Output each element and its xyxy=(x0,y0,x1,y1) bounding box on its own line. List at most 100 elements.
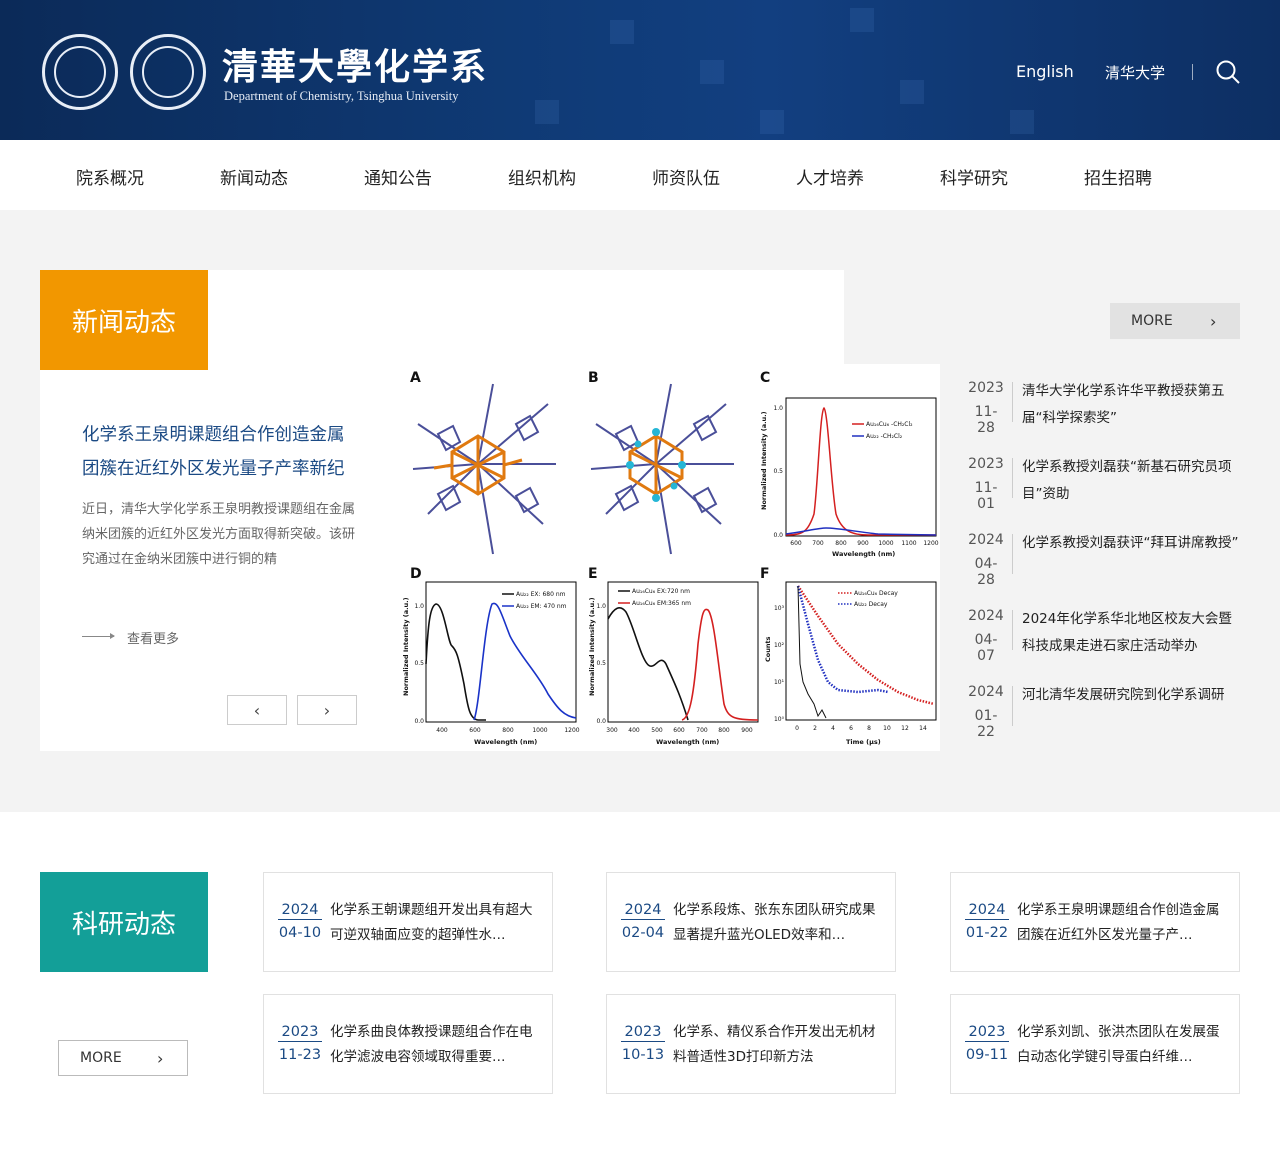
slide-next-button[interactable]: › xyxy=(297,695,357,725)
news-more-button[interactable]: MORE › xyxy=(1110,303,1240,339)
ytick-c: 0.5 xyxy=(773,468,783,475)
research-title[interactable]: 化学系王泉明课题组合作创造金属团簇在近红外区发光量子产… xyxy=(1017,898,1227,950)
research-date: 10-13 xyxy=(621,1047,665,1063)
research-title[interactable]: 化学系段炼、张东东团队研究成果显著提升蓝光OLED效率和… xyxy=(673,898,883,950)
news-list-item[interactable]: 2024 01-22 河北清华发展研究院到化学系调研 xyxy=(966,682,1240,740)
chevron-right-icon: › xyxy=(157,1049,164,1068)
xtick-e: 500 xyxy=(651,727,663,734)
nav-item-recruitment[interactable]: 招生招聘 xyxy=(1084,164,1152,189)
decor-tile xyxy=(535,100,559,124)
xtick-e: 600 xyxy=(673,727,685,734)
news-year: 2024 xyxy=(968,608,1004,624)
series-au22-em xyxy=(473,602,577,721)
tsinghua-link[interactable]: 清华大学 xyxy=(1105,62,1165,83)
panel-label-f: F xyxy=(760,566,770,582)
research-section-title: 科研动态 xyxy=(40,872,208,972)
chevron-left-icon: ‹ xyxy=(253,700,261,720)
site-title[interactable]: 清華大學化学系 xyxy=(222,38,488,90)
research-card[interactable]: 2023 11-23 化学系曲良体教授课题组合作在电化学滤波电容领域取得重要… xyxy=(263,994,553,1094)
news-title[interactable]: 2024年化学系华北地区校友大会暨科技成果走进石家庄活动举办 xyxy=(1022,606,1240,658)
news-year: 2023 xyxy=(968,380,1004,396)
ytick-e: 1.0 xyxy=(596,603,606,610)
ytick-e: 0.5 xyxy=(596,660,606,667)
ytick-c: 1.0 xyxy=(773,405,783,412)
legend-c-0: Au₁₆Cu₆ -CH₂Cl₂ xyxy=(866,421,913,428)
research-date: 02-04 xyxy=(621,925,665,941)
ytick-f: 10¹ xyxy=(774,679,785,686)
series-au16cu6-ex xyxy=(607,607,689,721)
news-year: 2024 xyxy=(968,684,1004,700)
featured-news-image[interactable]: A B C D E F Au₁₆Cu₆ -CH₂Cl₂ Au₂₂ -CH₂Cl₂… xyxy=(398,364,940,751)
ytick-f: 10⁰ xyxy=(774,716,785,723)
xtick-f: 4 xyxy=(831,725,835,732)
research-more-button[interactable]: MORE › xyxy=(58,1040,188,1076)
news-section-title: 新闻动态 xyxy=(40,270,208,370)
research-title[interactable]: 化学系、精仪系合作开发出无机材料普适性3D打印新方法 xyxy=(673,1020,883,1072)
english-link[interactable]: English xyxy=(1016,62,1074,81)
xlabel-c: Wavelength (nm) xyxy=(832,550,895,558)
ylabel-c: Normalized Intensity (a.u.) xyxy=(760,411,768,510)
news-title[interactable]: 河北清华发展研究院到化学系调研 xyxy=(1022,682,1240,734)
ylabel-e: Normalized Intensity (a.u.) xyxy=(588,597,596,696)
ylabel-f: Counts xyxy=(764,636,772,662)
research-card[interactable]: 2024 02-04 化学系段炼、张东东团队研究成果显著提升蓝光OLED效率和… xyxy=(606,872,896,972)
news-list-item[interactable]: 2023 11-28 清华大学化学系许华平教授获第五届“科学探索奖” xyxy=(966,378,1240,436)
news-date: 04-07 xyxy=(974,632,998,664)
nav-item-overview[interactable]: 院系概况 xyxy=(76,164,144,189)
divider xyxy=(1012,534,1013,574)
xtick-f: 12 xyxy=(901,725,909,732)
research-title[interactable]: 化学系刘凯、张洪杰团队在发展蛋白动态化学键引导蛋白纤维… xyxy=(1017,1020,1227,1072)
xtick-f: 14 xyxy=(919,725,927,732)
nav-item-research[interactable]: 科学研究 xyxy=(940,164,1008,189)
ylabel-d: Normalized Intensity (a.u.) xyxy=(402,597,410,696)
legend-f-0: Au₁₆Cu₆ Decay xyxy=(854,590,898,597)
legend-f-1: Au₂₂ Decay xyxy=(854,601,888,608)
research-year: 2024 xyxy=(621,902,665,920)
research-date: 11-23 xyxy=(278,1047,322,1063)
news-year: 2023 xyxy=(968,456,1004,472)
news-year: 2024 xyxy=(968,532,1004,548)
chemistry-seal-logo[interactable] xyxy=(130,34,206,110)
read-more-link[interactable]: 查看更多 xyxy=(127,628,179,647)
research-card[interactable]: 2024 04-10 化学系王朝课题组开发出具有超大可逆双轴面应变的超弹性水… xyxy=(263,872,553,972)
featured-news-title[interactable]: 化学系王泉明课题组合作创造金属团簇在近红外区发光量子产率新纪 xyxy=(82,418,358,490)
decor-tile xyxy=(1010,110,1034,134)
nav-item-organization[interactable]: 组织机构 xyxy=(508,164,576,189)
news-date: 01-22 xyxy=(974,708,998,740)
divider xyxy=(1012,686,1013,726)
xtick-f: 6 xyxy=(849,725,853,732)
xlabel-d: Wavelength (nm) xyxy=(474,738,537,746)
search-icon[interactable] xyxy=(1214,58,1242,86)
chart-f: Au₁₆Cu₆ Decay Au₂₂ Decay Time (μs) Count… xyxy=(764,581,937,746)
nav-item-education[interactable]: 人才培养 xyxy=(796,164,864,189)
xlabel-f: Time (μs) xyxy=(846,738,881,746)
tsinghua-seal-logo[interactable] xyxy=(42,34,118,110)
ytick-d: 0.5 xyxy=(414,660,424,667)
research-title[interactable]: 化学系王朝课题组开发出具有超大可逆双轴面应变的超弹性水… xyxy=(330,898,540,950)
news-list-item[interactable]: 2024 04-28 化学系教授刘磊获评“拜耳讲席教授” xyxy=(966,530,1240,588)
research-card[interactable]: 2024 01-22 化学系王泉明课题组合作创造金属团簇在近红外区发光量子产… xyxy=(950,872,1240,972)
slide-prev-button[interactable]: ‹ xyxy=(227,695,287,725)
research-year: 2023 xyxy=(965,1024,1009,1042)
news-list-item[interactable]: 2024 04-07 2024年化学系华北地区校友大会暨科技成果走进石家庄活动举… xyxy=(966,606,1240,664)
news-list-item[interactable]: 2023 11-01 化学系教授刘磊获“新基石研究员项目”资助 xyxy=(966,454,1240,512)
xtick-d: 1200 xyxy=(564,727,579,734)
research-card[interactable]: 2023 09-11 化学系刘凯、张洪杰团队在发展蛋白动态化学键引导蛋白纤维… xyxy=(950,994,1240,1094)
research-card[interactable]: 2023 10-13 化学系、精仪系合作开发出无机材料普适性3D打印新方法 xyxy=(606,994,896,1094)
xtick-e: 400 xyxy=(628,727,640,734)
nav-item-notices[interactable]: 通知公告 xyxy=(364,164,432,189)
research-title[interactable]: 化学系曲良体教授课题组合作在电化学滤波电容领域取得重要… xyxy=(330,1020,540,1072)
xtick-c: 1000 xyxy=(878,540,893,547)
chart-d: Au₂₂ EX: 680 nm Au₂₂ EM: 470 nm Waveleng… xyxy=(402,581,580,746)
research-date: 04-10 xyxy=(278,925,322,941)
nav-item-news[interactable]: 新闻动态 xyxy=(220,164,288,189)
panel-label-a: A xyxy=(410,370,421,386)
news-title[interactable]: 化学系教授刘磊获评“拜耳讲席教授” xyxy=(1022,530,1240,582)
news-title[interactable]: 清华大学化学系许华平教授获第五届“科学探索奖” xyxy=(1022,378,1240,430)
chevron-right-icon: › xyxy=(323,700,331,720)
news-title[interactable]: 化学系教授刘磊获“新基石研究员项目”资助 xyxy=(1022,454,1240,506)
decor-tile xyxy=(760,110,784,134)
nav-item-faculty[interactable]: 师资队伍 xyxy=(652,164,720,189)
xtick-c: 800 xyxy=(835,540,847,547)
xtick-d: 600 xyxy=(469,727,481,734)
